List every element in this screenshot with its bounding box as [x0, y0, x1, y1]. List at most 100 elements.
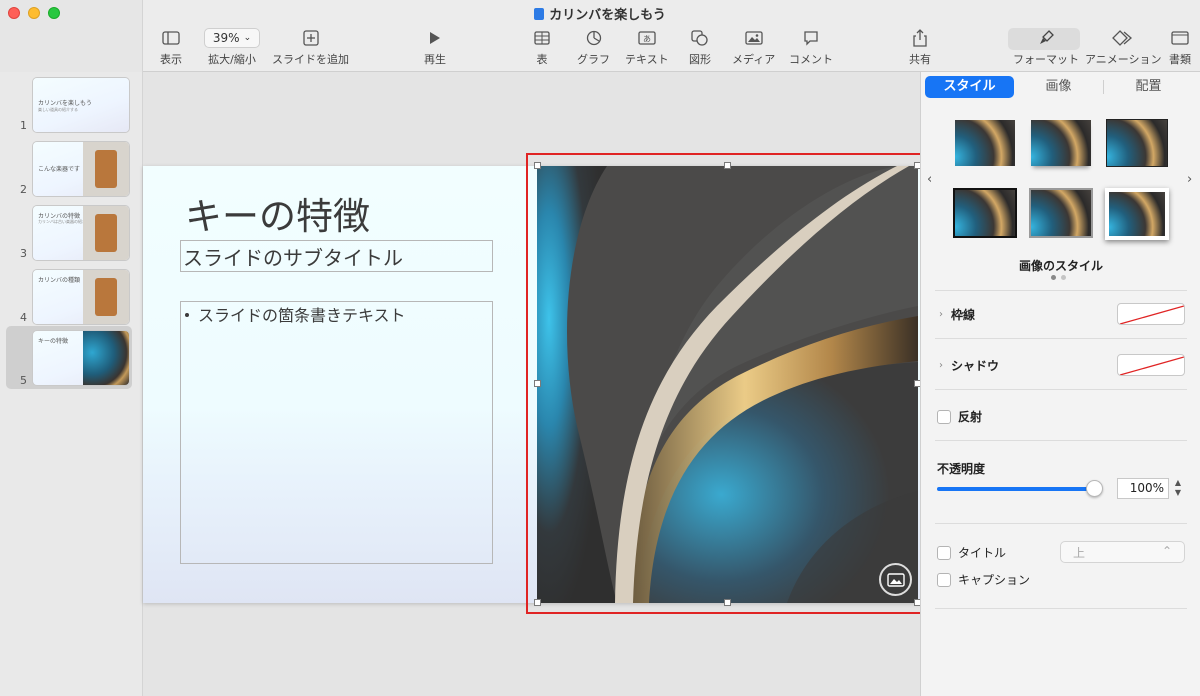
table-icon — [534, 28, 550, 48]
slide-thumbnail-image: カリンバの特徴 カリンバは古い楽器の紹介する — [33, 206, 129, 260]
comment-button[interactable]: コメント — [789, 28, 833, 67]
animate-button[interactable]: アニメーション — [1085, 28, 1162, 67]
chevron-right-icon: › — [939, 360, 943, 371]
resize-handle-bottom-left[interactable] — [534, 599, 541, 606]
text-box-icon: あ — [638, 28, 656, 48]
share-button[interactable]: 共有 — [909, 28, 931, 67]
format-inspector: スタイル 画像 配置 ‹ › 画像のスタイル › 枠線 › シャドウ 反射 不透明度… — [920, 72, 1200, 696]
checkbox[interactable] — [937, 572, 951, 587]
keynote-document-icon — [534, 8, 545, 20]
slide-thumbnail-image: こんな楽器です — [33, 142, 129, 196]
page-dot[interactable] — [1061, 275, 1066, 280]
divider — [935, 338, 1187, 339]
chevron-down-icon: ⌄ — [243, 33, 252, 43]
image-placeholder-icon — [886, 572, 905, 587]
divider — [935, 523, 1187, 524]
stepper-up-icon[interactable]: ▲ — [1172, 478, 1184, 488]
animate-diamond-icon — [1112, 28, 1134, 48]
text-button[interactable]: あ テキスト — [625, 28, 669, 67]
document-panel-icon — [1171, 28, 1189, 48]
page-indicator — [1051, 275, 1066, 280]
opacity-stepper[interactable]: ▲ ▼ — [1172, 478, 1184, 499]
opacity-label: 不透明度 — [937, 462, 986, 476]
image-style-preset-3[interactable] — [1106, 119, 1168, 167]
resize-handle-bottom[interactable] — [724, 599, 731, 606]
reflection-checkbox[interactable]: 反射 — [937, 408, 982, 425]
pie-chart-icon — [586, 28, 602, 48]
window-title: カリンバを楽しもう — [0, 4, 1200, 23]
slide-thumbnail-4[interactable]: カリンバの種類 4 — [6, 266, 132, 326]
kalimba-photo — [83, 206, 129, 260]
opacity-value-field[interactable]: 100% — [1117, 478, 1169, 499]
chevron-right-icon[interactable]: › — [1187, 172, 1192, 187]
page-dot-active[interactable] — [1051, 275, 1056, 280]
slide-thumbnail-image: カリンバを楽しもう 楽しい道具の紹介する — [33, 78, 129, 132]
checkbox[interactable] — [937, 545, 951, 560]
chevron-left-icon[interactable]: ‹ — [927, 172, 932, 187]
plus-square-icon — [302, 28, 319, 48]
chevron-updown-icon: ⌃ — [1161, 544, 1172, 558]
shadow-style-swatch[interactable] — [1117, 354, 1185, 376]
image-style-preset-6[interactable] — [1105, 188, 1169, 240]
checkbox[interactable] — [937, 409, 951, 424]
opacity-slider-track[interactable] — [937, 487, 1097, 491]
resize-handle-top-left[interactable] — [534, 162, 541, 169]
tab-image[interactable]: 画像 — [1014, 76, 1103, 98]
image-style-preset-5[interactable] — [1029, 188, 1093, 238]
shadow-disclosure[interactable]: › シャドウ — [939, 357, 999, 374]
format-button[interactable]: フォーマット — [1013, 28, 1079, 67]
share-icon — [913, 28, 927, 48]
kalimba-photo — [83, 142, 129, 196]
border-style-swatch[interactable] — [1117, 303, 1185, 325]
shapes-icon — [691, 28, 709, 48]
replace-image-button[interactable] — [879, 563, 912, 596]
chevron-right-icon: › — [939, 309, 943, 320]
stepper-down-icon[interactable]: ▼ — [1172, 488, 1184, 498]
image-style-preset-1[interactable] — [955, 120, 1015, 166]
divider — [935, 440, 1187, 441]
photo-icon — [744, 28, 763, 48]
resize-handle-top[interactable] — [724, 162, 731, 169]
play-button[interactable]: 再生 — [424, 28, 446, 67]
svg-text:あ: あ — [643, 35, 651, 44]
title-checkbox[interactable]: タイトル — [937, 544, 1006, 561]
toolbar: カリンバを楽しもう 表示 39% ⌄ 拡大/縮小 スライドを追加 再生 表 グラ… — [0, 0, 1200, 72]
divider — [935, 389, 1187, 390]
slide-thumbnail-1[interactable]: カリンバを楽しもう 楽しい道具の紹介する 1 — [6, 74, 132, 134]
caption-checkbox[interactable]: キャプション — [937, 571, 1030, 588]
slide-thumbnail-2[interactable]: こんな楽器です 2 — [6, 138, 132, 198]
slide-body-text[interactable]: スライドの箇条書きテキスト — [180, 301, 493, 564]
zoom-select[interactable]: 39% ⌄ — [204, 28, 260, 48]
slide-thumbnail-image: キーの特徴 — [33, 331, 129, 385]
selected-image[interactable] — [537, 166, 918, 603]
tab-style[interactable]: スタイル — [925, 76, 1014, 98]
resize-handle-left[interactable] — [534, 380, 541, 387]
comment-icon — [803, 28, 819, 48]
inspector-tabs: スタイル 画像 配置 — [925, 76, 1193, 98]
kalimba-photo — [83, 270, 129, 324]
paintbrush-icon — [1038, 28, 1054, 48]
slide-title[interactable]: キーの特徴 — [185, 186, 370, 240]
image-styles-label: 画像のスタイル — [1018, 259, 1103, 273]
slide-thumbnail-5[interactable]: キーの特徴 5 — [6, 326, 132, 389]
zoom-control[interactable]: 39% ⌄ 拡大/縮小 — [204, 28, 260, 67]
view-button[interactable]: 表示 — [160, 28, 182, 67]
opacity-slider-knob[interactable] — [1086, 480, 1103, 497]
divider — [935, 608, 1187, 609]
slide-subtitle[interactable]: スライドのサブタイトル — [180, 240, 493, 272]
image-style-preset-4[interactable] — [953, 188, 1017, 238]
media-button[interactable]: メディア — [732, 28, 775, 67]
slide-navigator: カリンバを楽しもう 楽しい道具の紹介する 1 こんな楽器です 2 カリンバの特徴… — [0, 72, 143, 696]
architecture-photo — [83, 331, 129, 385]
border-disclosure[interactable]: › 枠線 — [939, 306, 975, 323]
document-button[interactable]: 書類 — [1169, 28, 1191, 67]
table-button[interactable]: 表 — [534, 28, 550, 67]
add-slide-button[interactable]: スライドを追加 — [272, 28, 349, 67]
tab-arrange[interactable]: 配置 — [1104, 76, 1193, 98]
chart-button[interactable]: グラフ — [577, 28, 610, 67]
sidebar-icon — [162, 28, 180, 48]
image-style-preset-2[interactable] — [1031, 120, 1091, 166]
slide-thumbnail-3[interactable]: カリンバの特徴 カリンバは古い楽器の紹介する 3 — [6, 202, 132, 262]
shape-button[interactable]: 図形 — [689, 28, 711, 67]
title-position-select[interactable]: 上 ⌃ — [1060, 541, 1185, 563]
